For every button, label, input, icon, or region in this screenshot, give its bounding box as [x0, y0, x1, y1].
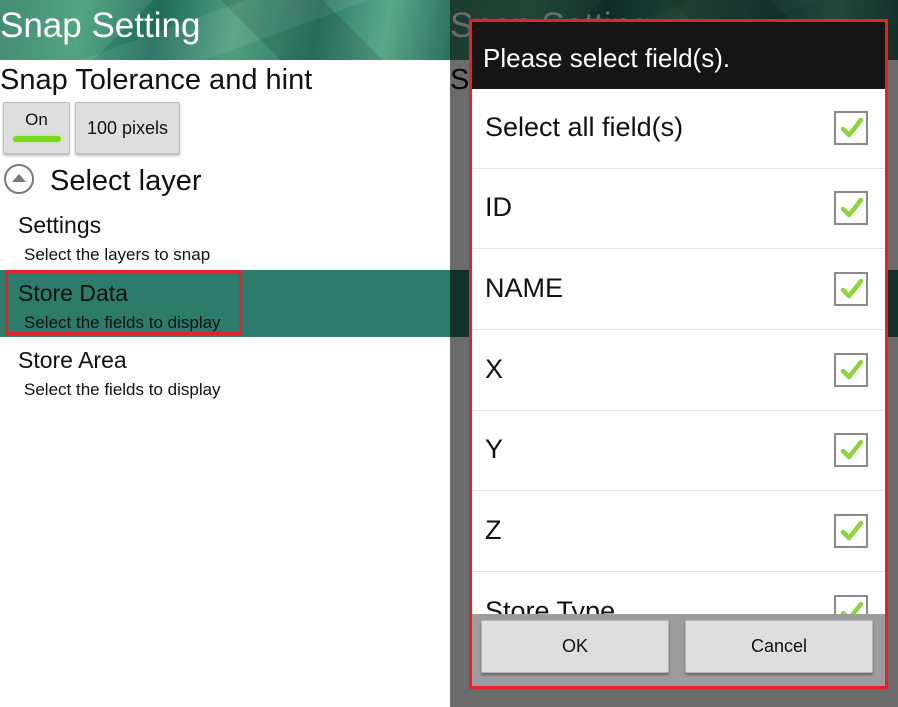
field-row-x[interactable]: X	[472, 331, 885, 411]
field-row-name[interactable]: NAME	[472, 250, 885, 330]
list-item-title: Store Area	[18, 347, 127, 373]
checkbox[interactable]	[834, 111, 868, 145]
field-label: X	[485, 354, 504, 384]
snap-toggle-button[interactable]: On	[3, 102, 70, 154]
snap-setting-screen: Snap Setting Snap Tolerance and hint On …	[0, 0, 450, 707]
collapse-icon[interactable]	[4, 164, 34, 194]
highlight-box	[5, 270, 242, 335]
check-icon	[840, 278, 864, 299]
list-item-title: Settings	[18, 212, 102, 238]
dialog-title-bar: Please select field(s).	[472, 22, 885, 89]
list-item-settings[interactable]: Settings Select the layers to snap	[0, 202, 450, 269]
select-fields-dialog: Please select field(s). Select all field…	[469, 19, 888, 689]
ok-button[interactable]: OK	[481, 620, 669, 673]
field-label: Store Type	[485, 596, 616, 614]
field-label: Select all field(s)	[485, 112, 684, 142]
dialog-button-bar: OK Cancel	[472, 614, 885, 686]
checkbox[interactable]	[834, 514, 868, 548]
checkbox[interactable]	[834, 433, 868, 467]
list-item-subtitle: Select the fields to display	[24, 380, 221, 399]
snap-tolerance-title: Snap Tolerance and hint	[0, 64, 313, 96]
snap-toggle-label: On	[25, 110, 48, 129]
field-label: Z	[485, 515, 502, 545]
tolerance-button[interactable]: 100 pixels	[75, 102, 180, 154]
checkbox[interactable]	[834, 272, 868, 306]
field-row-z[interactable]: Z	[472, 492, 885, 572]
field-row-y[interactable]: Y	[472, 411, 885, 491]
field-list[interactable]: Select all field(s) ID NAME X Y Z Store …	[472, 89, 885, 614]
app-header: Snap Setting	[0, 0, 450, 60]
select-layer-header[interactable]: Select layer	[50, 165, 202, 198]
field-label: ID	[485, 192, 512, 222]
cancel-button[interactable]: Cancel	[685, 620, 873, 673]
page-title: Snap Setting	[0, 6, 201, 45]
list-item-store-area[interactable]: Store Area Select the fields to display	[0, 337, 450, 404]
checkbox[interactable]	[834, 595, 868, 614]
field-row-id[interactable]: ID	[472, 169, 885, 249]
checkbox[interactable]	[834, 191, 868, 225]
field-row-store-type[interactable]: Store Type	[472, 573, 885, 614]
toggle-indicator	[12, 136, 61, 142]
check-icon	[840, 439, 864, 460]
check-icon	[840, 601, 864, 614]
field-label: NAME	[485, 273, 564, 303]
check-icon	[840, 197, 864, 218]
checkbox[interactable]	[834, 353, 868, 387]
check-icon	[840, 359, 864, 380]
check-icon	[840, 520, 864, 541]
check-icon	[840, 117, 864, 138]
field-row-select-all[interactable]: Select all field(s)	[472, 89, 885, 169]
field-label: Y	[485, 434, 504, 464]
field-select-screen: Snap Setting Snap Tolerance and hint Ple…	[450, 0, 898, 707]
dialog-title: Please select field(s).	[483, 43, 731, 73]
list-item-subtitle: Select the layers to snap	[24, 245, 211, 264]
